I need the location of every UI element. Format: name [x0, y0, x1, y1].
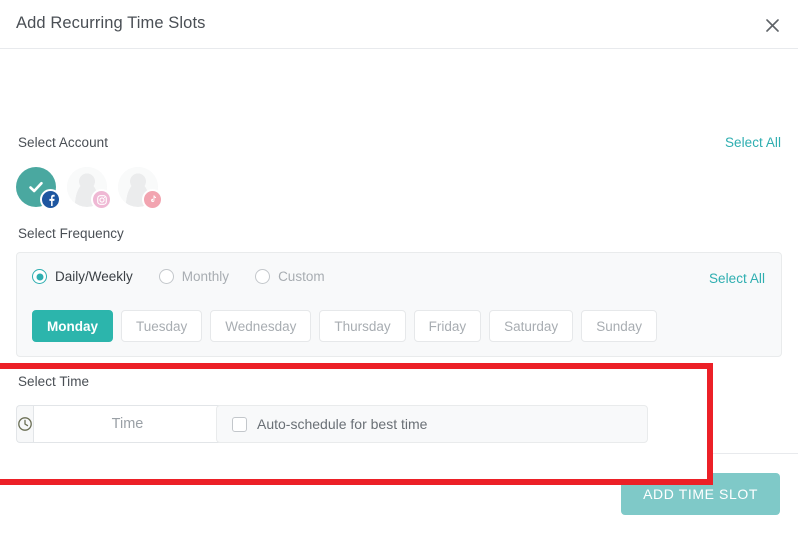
dialog-body: Select Account Select All Select Frequen… [0, 49, 798, 533]
day-chip-saturday[interactable]: Saturday [489, 310, 574, 342]
select-time-label: Select Time [18, 374, 90, 389]
radio-icon [32, 269, 47, 284]
auto-schedule-checkbox-row[interactable]: Auto-schedule for best time [216, 405, 648, 443]
select-account-label: Select Account [18, 135, 109, 150]
day-chip-wednesday[interactable]: Wednesday [210, 310, 312, 342]
add-recurring-time-slots-dialog: Add Recurring Time Slots Select Account … [0, 0, 798, 533]
account-avatar-tiktok[interactable] [118, 167, 163, 210]
day-chip-thursday[interactable]: Thursday [319, 310, 406, 342]
frequency-option-label: Daily/Weekly [55, 269, 133, 284]
frequency-radio-group: Daily/Weekly Monthly Custom [32, 269, 325, 284]
frequency-panel: Daily/Weekly Monthly Custom Select All M… [16, 252, 782, 357]
account-select-all-link[interactable]: Select All [725, 135, 781, 150]
account-avatar-instagram[interactable] [67, 167, 112, 210]
frequency-option-label: Custom [278, 269, 325, 284]
radio-icon [255, 269, 271, 284]
day-chip-sunday[interactable]: Sunday [581, 310, 657, 342]
day-chip-tuesday[interactable]: Tuesday [121, 310, 203, 342]
frequency-option-label: Monthly [181, 269, 230, 284]
clock-icon [16, 405, 33, 443]
tiktok-icon [142, 189, 163, 210]
account-avatar-facebook[interactable] [16, 167, 61, 210]
day-chip-friday[interactable]: Friday [413, 310, 482, 342]
dialog-title: Add Recurring Time Slots [16, 14, 206, 32]
auto-schedule-label: Auto-schedule for best time [257, 416, 428, 432]
frequency-select-all-link[interactable]: Select All [709, 271, 765, 286]
select-frequency-label: Select Frequency [18, 226, 124, 241]
close-icon[interactable] [760, 13, 784, 37]
instagram-icon [91, 189, 112, 210]
auto-schedule-checkbox[interactable] [232, 416, 247, 432]
frequency-option-daily-weekly[interactable]: Daily/Weekly [32, 269, 133, 284]
day-chip-list: Monday Tuesday Wednesday Thursday Friday… [32, 310, 657, 342]
frequency-option-custom[interactable]: Custom [255, 269, 325, 284]
frequency-option-monthly[interactable]: Monthly [158, 269, 230, 284]
day-chip-monday[interactable]: Monday [32, 310, 114, 342]
account-avatar-list [16, 167, 163, 210]
time-input[interactable] [33, 405, 222, 443]
facebook-icon [40, 189, 61, 210]
dialog-header: Add Recurring Time Slots [0, 0, 798, 49]
time-input-group[interactable] [16, 405, 222, 443]
radio-icon [158, 269, 174, 284]
